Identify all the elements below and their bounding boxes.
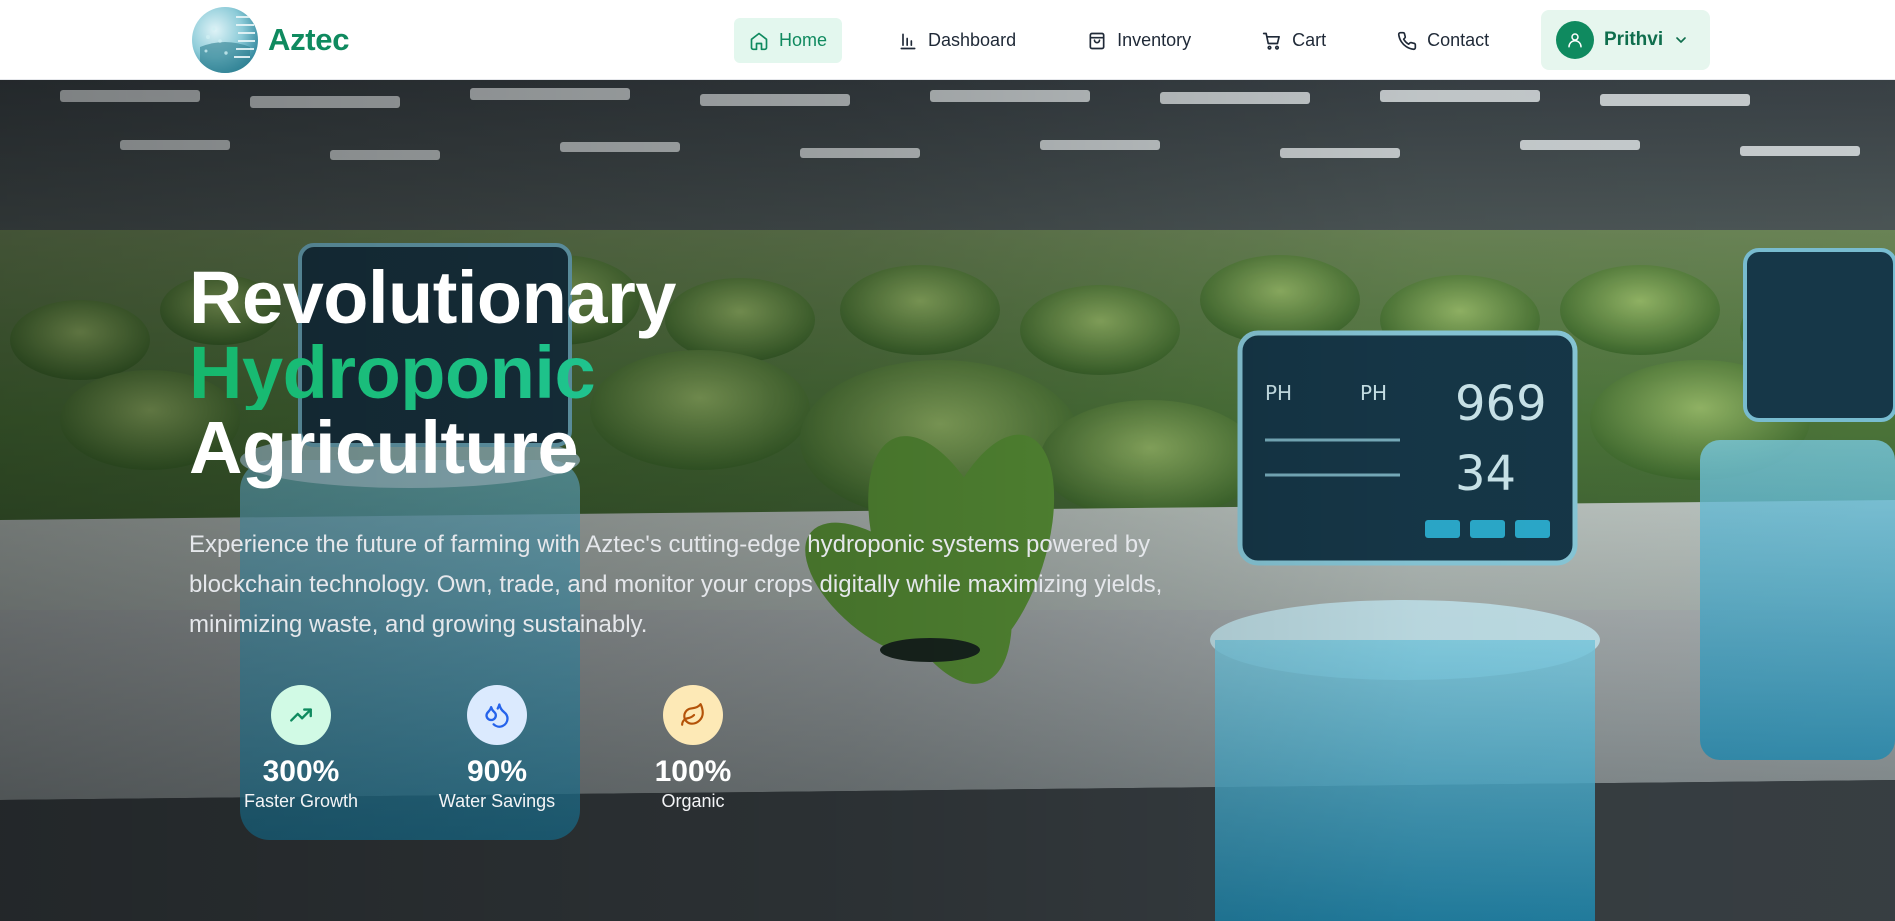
chevron-down-icon bbox=[1676, 37, 1686, 43]
stat-organic: 100% Organic bbox=[595, 685, 791, 812]
stat-value: 100% bbox=[654, 755, 732, 788]
trending-up-icon bbox=[271, 685, 331, 745]
user-menu-button[interactable]: Prithvi bbox=[1541, 10, 1710, 70]
hero-headline: Revolutionary Hydroponic Agriculture bbox=[189, 260, 1169, 485]
nav-item-label: Dashboard bbox=[928, 30, 1017, 50]
phone-icon bbox=[1398, 31, 1417, 50]
stat-label: Faster Growth bbox=[243, 791, 359, 811]
stat-label: Organic bbox=[661, 791, 725, 811]
hero-description: Experience the future of farming with Az… bbox=[189, 531, 1163, 638]
stat-value: 90% bbox=[466, 755, 528, 788]
headline-line-1: Revolutionary bbox=[189, 256, 676, 339]
hero-content: Revolutionary Hydroponic Agriculture Exp… bbox=[189, 260, 1169, 645]
nav-item-home[interactable]: Home bbox=[734, 18, 843, 63]
nav-item-label: Contact bbox=[1427, 30, 1490, 50]
stat-label: Water Savings bbox=[438, 791, 556, 811]
user-icon bbox=[1568, 33, 1582, 48]
nav-item-label: Inventory bbox=[1117, 30, 1192, 50]
brand-logo-link[interactable]: Aztec bbox=[192, 7, 350, 73]
avatar bbox=[1556, 21, 1594, 59]
globe-logo-icon bbox=[192, 7, 258, 73]
shopping-bag-icon bbox=[1089, 32, 1105, 49]
bar-chart-icon bbox=[900, 33, 916, 49]
shopping-cart-icon bbox=[1262, 32, 1281, 50]
nav-item-inventory[interactable]: Inventory bbox=[1072, 18, 1206, 63]
nav-item-label: Cart bbox=[1292, 30, 1327, 50]
headline-line-2: Hydroponic bbox=[189, 335, 1169, 410]
stats-row: 300% Faster Growth 90% Water Savings 100… bbox=[203, 685, 791, 812]
hero-section: PH PH 969 34 Revolutionary Hydroponic Ag… bbox=[0, 80, 1895, 921]
stat-value: 300% bbox=[262, 755, 340, 788]
nav-item-dashboard[interactable]: Dashboard bbox=[883, 18, 1031, 63]
nav-item-cart[interactable]: Cart bbox=[1247, 18, 1341, 63]
nav-item-contact[interactable]: Contact bbox=[1382, 18, 1504, 63]
droplets-icon bbox=[467, 685, 527, 745]
headline-line-3: Agriculture bbox=[189, 406, 579, 489]
main-nav: Home Dashboard Inventory Cart Contact bbox=[734, 18, 1545, 63]
home-icon bbox=[750, 32, 768, 50]
nav-item-label: Home bbox=[779, 30, 828, 50]
navbar: Aztec Home Dashboard Inventory Cart Cont… bbox=[0, 0, 1895, 80]
stat-water-savings: 90% Water Savings bbox=[399, 685, 595, 812]
user-name: Prithvi bbox=[1604, 29, 1664, 50]
brand-name: Aztec bbox=[268, 22, 350, 57]
leaf-icon bbox=[663, 685, 723, 745]
stat-faster-growth: 300% Faster Growth bbox=[203, 685, 399, 812]
